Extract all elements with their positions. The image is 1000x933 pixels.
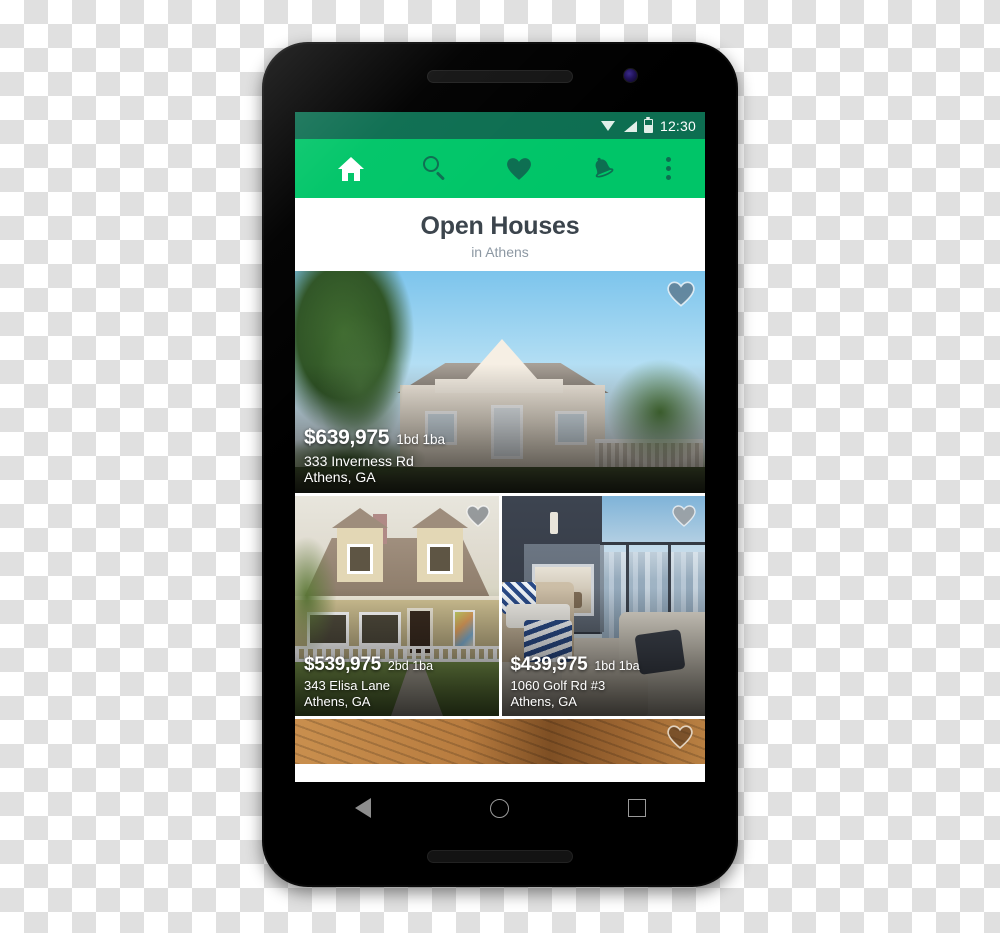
overflow-menu-button[interactable] xyxy=(645,139,691,198)
phone-screen: 12:30 Open Houses in Athens $639,975 1bd… xyxy=(295,112,705,782)
favorite-heart-icon[interactable] xyxy=(667,725,693,749)
listing-photo xyxy=(295,719,705,764)
listing-card[interactable] xyxy=(295,719,705,764)
listing-row xyxy=(295,719,705,764)
favorite-heart-icon[interactable] xyxy=(672,505,696,527)
favorite-heart-icon[interactable] xyxy=(667,281,695,307)
android-navigation-bar xyxy=(295,782,705,834)
listing-beds-baths: 1bd 1ba xyxy=(594,658,640,673)
page-title: Open Houses xyxy=(420,212,580,240)
listing-row: $639,975 1bd 1ba 333 Inverness Rd Athens… xyxy=(295,271,705,493)
favorite-heart-icon[interactable] xyxy=(465,505,490,527)
bell-icon xyxy=(590,156,616,182)
nav-tab-notifications[interactable] xyxy=(561,139,645,198)
android-smartphone: 12:30 Open Houses in Athens $639,975 1bd… xyxy=(262,42,738,887)
nav-tab-search[interactable] xyxy=(393,139,477,198)
listing-beds-baths: 2bd 1ba xyxy=(387,658,434,673)
overflow-menu-icon xyxy=(665,157,671,180)
heart-icon xyxy=(506,157,532,181)
wifi-icon xyxy=(600,120,616,132)
battery-icon xyxy=(643,116,653,133)
cell-signal-icon xyxy=(623,120,637,132)
home-circle-icon xyxy=(490,798,510,818)
listing-price: $639,975 xyxy=(304,426,390,450)
recent-apps-button[interactable] xyxy=(610,790,664,826)
home-button[interactable] xyxy=(473,790,527,826)
status-bar-clock: 12:30 xyxy=(659,117,696,134)
listing-price: $539,975 xyxy=(304,653,381,675)
listing-price: $439,975 xyxy=(510,653,588,675)
nav-tab-home[interactable] xyxy=(309,139,393,198)
search-icon xyxy=(422,156,448,181)
listing-address-line2: Athens, GA xyxy=(304,693,371,709)
back-triangle-icon xyxy=(355,798,372,818)
listing-info: $639,975 1bd 1ba 333 Inverness Rd Athens… xyxy=(304,426,445,486)
listing-address-line1: 1060 Golf Rd #3 xyxy=(510,678,606,694)
listing-address-line1: 343 Elisa Lane xyxy=(304,678,391,694)
listing-info: $539,975 2bd 1ba 343 Elisa Lane Athens, … xyxy=(304,654,433,709)
listing-grid: $639,975 1bd 1ba 333 Inverness Rd Athens… xyxy=(295,271,705,764)
nav-tab-favorites[interactable] xyxy=(477,139,561,198)
bottom-speaker xyxy=(427,850,573,863)
recent-apps-square-icon xyxy=(627,799,646,817)
listing-info: $439,975 1bd 1ba 1060 Golf Rd #3 Athens,… xyxy=(511,654,640,709)
listing-address-line2: Athens, GA xyxy=(304,469,376,486)
listing-address-line2: Athens, GA xyxy=(510,693,577,709)
home-icon xyxy=(338,156,364,181)
page-subtitle: in Athens xyxy=(471,244,529,260)
earpiece-speaker xyxy=(427,70,573,83)
page-header: Open Houses in Athens xyxy=(295,198,705,271)
front-camera xyxy=(623,68,638,83)
app-bar xyxy=(295,139,705,198)
listing-row: $539,975 2bd 1ba 343 Elisa Lane Athens, … xyxy=(295,496,705,716)
listing-card[interactable]: $639,975 1bd 1ba 333 Inverness Rd Athens… xyxy=(295,271,705,493)
listing-address-line1: 333 Inverness Rd xyxy=(304,452,414,469)
status-bar: 12:30 xyxy=(295,112,705,139)
listing-card[interactable]: $539,975 2bd 1ba 343 Elisa Lane Athens, … xyxy=(295,496,499,716)
back-button[interactable] xyxy=(336,790,390,826)
listing-card[interactable]: $439,975 1bd 1ba 1060 Golf Rd #3 Athens,… xyxy=(501,496,705,716)
listing-beds-baths: 1bd 1ba xyxy=(396,432,446,448)
